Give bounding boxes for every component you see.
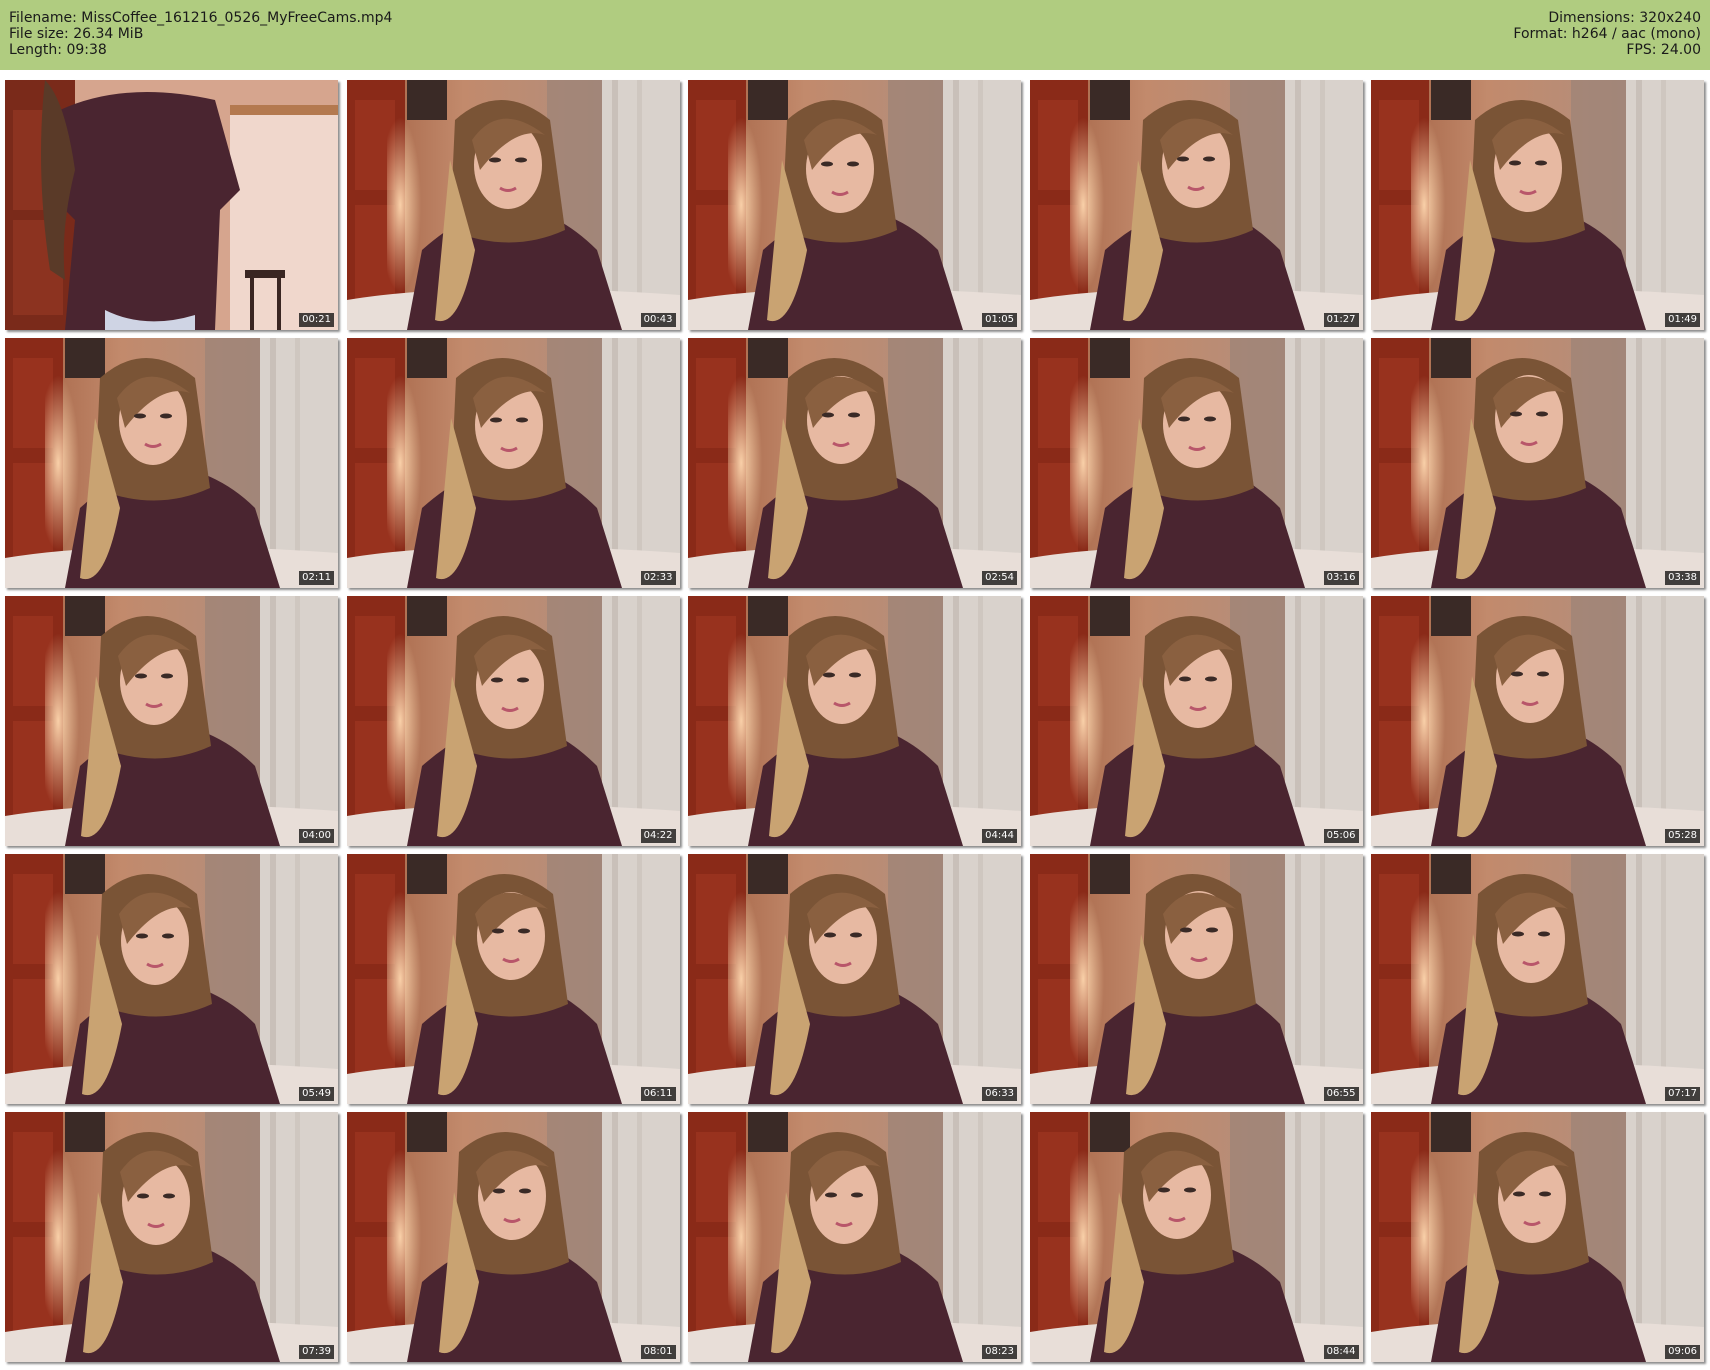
video-frame-thumbnail: 03:38 xyxy=(1371,338,1704,588)
frame-image xyxy=(346,854,680,1104)
frame-timestamp: 06:11 xyxy=(640,1087,676,1101)
video-frame-thumbnail: 04:22 xyxy=(346,596,680,846)
frame-timestamp: 08:23 xyxy=(982,1345,1017,1359)
frame-image xyxy=(688,1112,1021,1362)
length-text: Length: 09:38 xyxy=(9,42,107,58)
media-info: Dimensions: 320x240 Format: h264 / aac (… xyxy=(1513,10,1701,58)
video-frame-thumbnail: 08:44 xyxy=(1029,1112,1363,1362)
format-text: Format: h264 / aac (mono) xyxy=(1513,26,1701,42)
frame-timestamp: 05:49 xyxy=(299,1087,334,1101)
thumbnail-grid: 00:21 00:43 01:05 01:27 01:49 02:11 02:3… xyxy=(5,80,1705,1362)
frame-image xyxy=(688,338,1021,588)
frame-timestamp: 02:11 xyxy=(299,571,334,585)
video-frame-thumbnail: 02:54 xyxy=(688,338,1021,588)
frame-timestamp: 07:17 xyxy=(1665,1087,1700,1101)
video-frame-thumbnail: 03:16 xyxy=(1029,338,1363,588)
video-frame-thumbnail: 04:00 xyxy=(5,596,338,846)
frame-image xyxy=(1029,596,1363,846)
frame-image xyxy=(346,338,680,588)
frame-timestamp: 03:16 xyxy=(1323,571,1359,585)
frame-image xyxy=(5,596,338,846)
frame-image xyxy=(346,1112,680,1362)
file-info: Filename: MissCoffee_161216_0526_MyFreeC… xyxy=(9,10,392,58)
frame-timestamp: 02:33 xyxy=(640,571,676,585)
frame-timestamp: 06:55 xyxy=(1323,1087,1359,1101)
frame-timestamp: 04:22 xyxy=(640,829,676,843)
frame-image xyxy=(1029,1112,1363,1362)
video-frame-thumbnail: 01:27 xyxy=(1029,80,1363,330)
frame-timestamp: 05:28 xyxy=(1665,829,1700,843)
video-frame-thumbnail: 07:17 xyxy=(1371,854,1704,1104)
video-frame-thumbnail: 00:43 xyxy=(346,80,680,330)
frame-timestamp: 01:49 xyxy=(1665,313,1700,327)
frame-timestamp: 08:44 xyxy=(1323,1345,1359,1359)
video-frame-thumbnail: 08:01 xyxy=(346,1112,680,1362)
video-frame-thumbnail: 09:06 xyxy=(1371,1112,1704,1362)
frame-image xyxy=(1371,338,1704,588)
video-frame-thumbnail: 00:21 xyxy=(5,80,338,330)
frame-image xyxy=(1371,80,1704,330)
video-frame-thumbnail: 01:49 xyxy=(1371,80,1704,330)
frame-timestamp: 01:27 xyxy=(1323,313,1359,327)
video-frame-thumbnail: 05:28 xyxy=(1371,596,1704,846)
frame-timestamp: 00:43 xyxy=(640,313,676,327)
frame-image xyxy=(688,854,1021,1104)
video-frame-thumbnail: 02:11 xyxy=(5,338,338,588)
frame-timestamp: 02:54 xyxy=(982,571,1017,585)
frame-image xyxy=(5,338,338,588)
frame-image xyxy=(1029,80,1363,330)
frame-image xyxy=(5,1112,338,1362)
video-frame-thumbnail: 07:39 xyxy=(5,1112,338,1362)
video-frame-thumbnail: 06:11 xyxy=(346,854,680,1104)
frame-image xyxy=(688,80,1021,330)
video-frame-thumbnail: 08:23 xyxy=(688,1112,1021,1362)
frame-timestamp: 09:06 xyxy=(1665,1345,1700,1359)
frame-image xyxy=(5,854,338,1104)
frame-timestamp: 08:01 xyxy=(640,1345,676,1359)
filesize-text: File size: 26.34 MiB xyxy=(9,26,144,42)
frame-image xyxy=(346,596,680,846)
frame-timestamp: 01:05 xyxy=(982,313,1017,327)
frame-timestamp: 06:33 xyxy=(982,1087,1017,1101)
frame-timestamp: 07:39 xyxy=(299,1345,334,1359)
frame-timestamp: 00:21 xyxy=(299,313,334,327)
dimensions-text: Dimensions: 320x240 xyxy=(1548,10,1701,26)
video-frame-thumbnail: 02:33 xyxy=(346,338,680,588)
video-frame-thumbnail: 01:05 xyxy=(688,80,1021,330)
video-frame-thumbnail: 04:44 xyxy=(688,596,1021,846)
frame-image xyxy=(1371,854,1704,1104)
frame-timestamp: 04:00 xyxy=(299,829,334,843)
video-frame-thumbnail: 05:49 xyxy=(5,854,338,1104)
frame-timestamp: 05:06 xyxy=(1323,829,1359,843)
video-frame-thumbnail: 06:55 xyxy=(1029,854,1363,1104)
fps-text: FPS: 24.00 xyxy=(1626,42,1701,58)
frame-image xyxy=(346,80,680,330)
frame-image xyxy=(688,596,1021,846)
frame-image xyxy=(1371,596,1704,846)
filename-text: Filename: MissCoffee_161216_0526_MyFreeC… xyxy=(9,10,393,26)
video-frame-thumbnail: 05:06 xyxy=(1029,596,1363,846)
frame-timestamp: 03:38 xyxy=(1665,571,1700,585)
frame-image xyxy=(5,80,338,330)
info-header: Filename: MissCoffee_161216_0526_MyFreeC… xyxy=(0,0,1710,70)
frame-image xyxy=(1029,854,1363,1104)
frame-image xyxy=(1371,1112,1704,1362)
frame-image xyxy=(1029,338,1363,588)
video-frame-thumbnail: 06:33 xyxy=(688,854,1021,1104)
frame-timestamp: 04:44 xyxy=(982,829,1017,843)
